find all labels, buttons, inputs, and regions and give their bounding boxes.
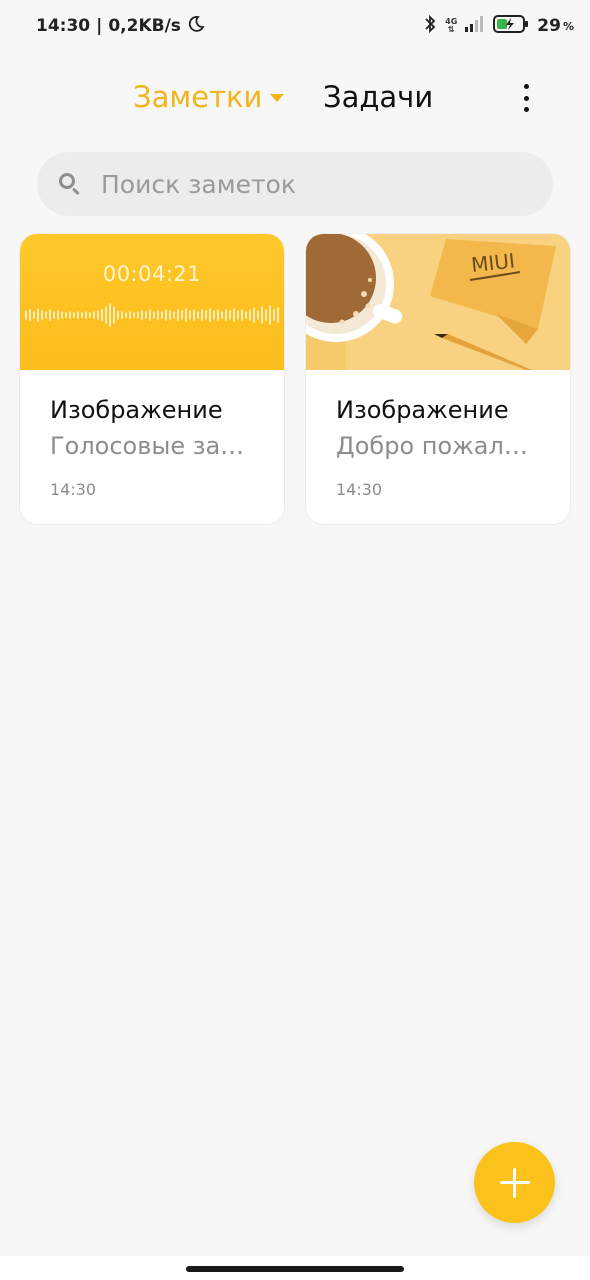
search-input[interactable] [101,169,501,199]
search-icon-ring [59,173,75,189]
tab-tasks[interactable]: Задачи [323,80,433,114]
bluetooth-icon [423,14,437,39]
note-image-preview: MIUI [306,234,570,370]
search-icon-handle [71,187,80,196]
more-vertical-icon[interactable] [512,82,540,114]
waveform-icon [25,303,279,327]
note-preview: Добро пожал… [336,432,528,460]
caret-down-icon [270,94,285,102]
status-separator: | [96,16,103,36]
battery-unit: % [562,19,574,33]
status-bar: 14:30 | 0,2KB/s 4G ⇅ 29 % [0,0,590,52]
signal-icon [465,15,485,37]
tab-notes-label: Заметки [133,80,263,114]
note-preview: Голосовые за… [50,432,245,460]
recording-duration: 00:04:21 [102,262,202,286]
plus-icon [513,1167,516,1198]
add-note-button[interactable] [474,1142,555,1223]
battery-level: 29 [537,16,561,36]
status-time: 14:30 [36,16,91,36]
note-time: 14:30 [336,480,383,499]
system-nav-bar [0,1256,590,1280]
search-icon [59,173,81,196]
note-time: 14:30 [50,480,97,499]
network-type: 4G ⇅ [445,17,458,34]
more-dot [523,107,529,112]
voice-recording-preview: 00:04:21 [20,234,284,370]
more-dot [523,95,529,101]
note-card[interactable]: MIUI Изображение Добро пожал… 14:30 [305,233,571,525]
coffee-notepad-illustration: MIUI [306,234,570,370]
battery-charging-icon [493,14,529,38]
note-card[interactable]: 00:04:21 Изображение Голосовые за… 14:30 [19,233,285,525]
home-indicator[interactable] [186,1266,404,1272]
moon-icon [187,15,205,38]
note-title: Изображение [50,396,223,424]
miui-logo-text: MIUI [470,249,516,277]
status-right: 4G ⇅ 29 % [423,14,574,39]
status-left: 14:30 | 0,2KB/s [36,15,205,38]
search-bar[interactable] [37,152,553,216]
status-net-speed: 0,2KB/s [108,16,181,36]
data-arrows-icon: ⇅ [447,25,455,34]
more-dot [523,84,529,89]
tab-notes[interactable]: Заметки [133,80,285,114]
header: Заметки Задачи [0,70,590,126]
note-title: Изображение [336,396,509,424]
